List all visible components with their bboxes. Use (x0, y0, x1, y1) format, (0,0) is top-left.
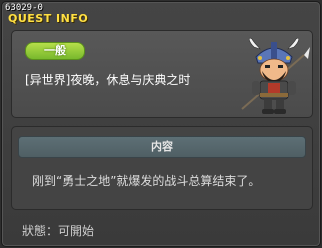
quest-info-window: 63029-0 QUEST INFO 一般 [异世界]夜晚，休息与庆典之时 内容… (1, 1, 321, 247)
content-panel: 内容 刚到“勇士之地”就爆发的战斗总算结束了。 (11, 126, 313, 210)
quest-status: 狀態：可開始 (22, 224, 95, 238)
quest-name: [异世界]夜晚，休息与庆典之时 (25, 73, 191, 87)
window-title: QUEST INFO (8, 12, 89, 25)
content-header: 内容 (18, 136, 306, 158)
quest-summary-panel: 一般 [异世界]夜晚，休息与庆典之时 (11, 30, 313, 118)
npc-warrior-sprite (241, 37, 310, 114)
quest-description: 刚到“勇士之地”就爆发的战斗总算结束了。 (32, 174, 261, 188)
category-badge: 一般 (25, 42, 85, 60)
